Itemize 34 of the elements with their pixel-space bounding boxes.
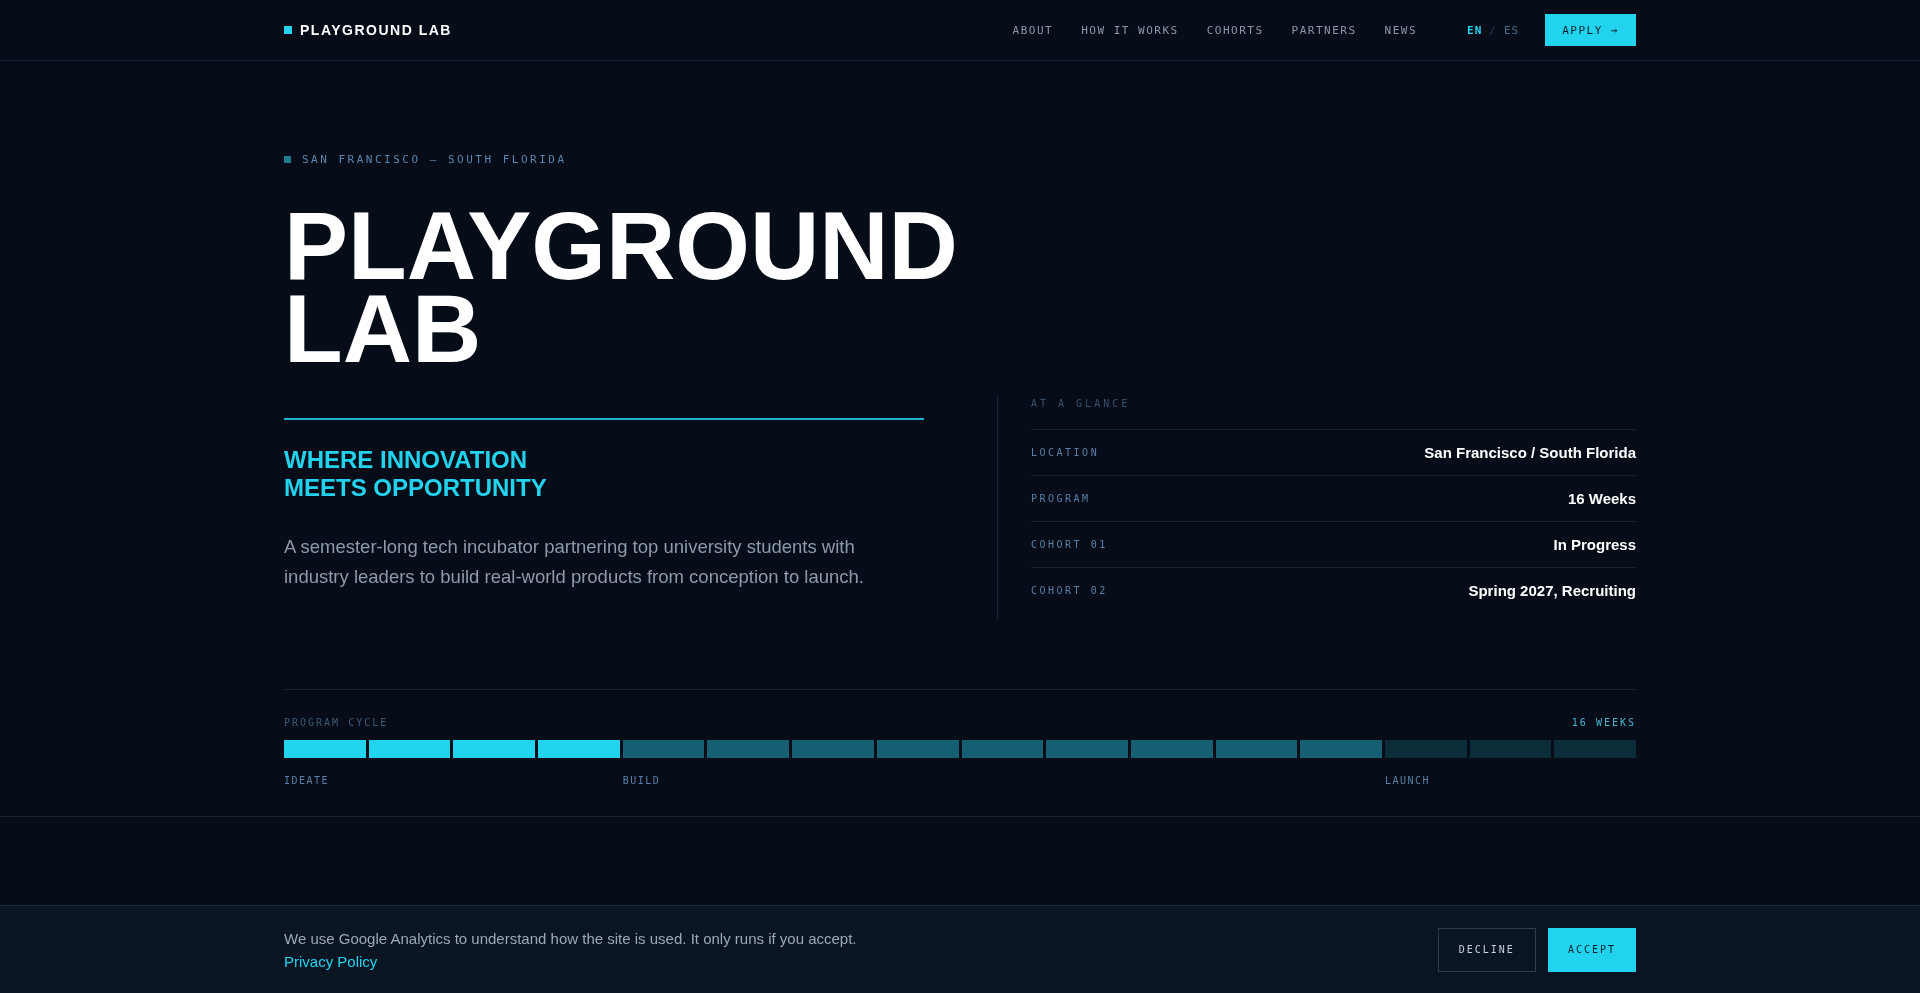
privacy-policy-link[interactable]: Privacy Policy	[284, 952, 378, 970]
nav-link[interactable]: NEWS	[1384, 23, 1417, 37]
language-option[interactable]: ES	[1503, 23, 1520, 37]
accept-button[interactable]: ACCEPT	[1547, 927, 1636, 972]
hero-title: PLAYGROUND LAB	[284, 204, 959, 370]
language-separator: /	[1489, 23, 1497, 37]
square-icon	[284, 156, 291, 163]
glance-label: COHORT 01	[1031, 539, 1108, 550]
phase-label: LAUNCH	[1384, 775, 1431, 786]
tagline: WHERE INNOVATION MEETS OPPORTUNITY	[284, 446, 548, 502]
brand-name[interactable]: PLAYGROUND LAB	[300, 22, 452, 38]
nav-link[interactable]: ABOUT	[1012, 23, 1054, 37]
glance-value: San Francisco / South Florida	[1424, 444, 1636, 461]
glance-label: PROGRAM	[1031, 493, 1091, 504]
cycle-title: PROGRAM CYCLE	[284, 717, 389, 728]
glance-label: LOCATION	[1031, 447, 1100, 458]
phase-label: BUILD	[622, 775, 661, 786]
square-icon	[284, 26, 292, 34]
glance-value: 16 Weeks	[1567, 490, 1636, 507]
cycle-duration: 16 WEEKS	[1571, 717, 1636, 728]
phase-label: IDEATE	[284, 775, 330, 786]
glance-heading: AT A GLANCE	[1031, 396, 1636, 430]
cookie-message: We use Google Analytics to understand how the site is used. It only runs if you accept. Privacy Policy	[284, 928, 858, 972]
nav-link[interactable]: PARTNERS	[1291, 23, 1357, 37]
glance-value: Spring 2027, Recruiting	[1468, 582, 1636, 599]
nav-link[interactable]: HOW IT WORKS	[1081, 23, 1179, 37]
apply-button[interactable]: APPLY →	[1545, 14, 1636, 46]
glance-label: COHORT 02	[1031, 585, 1108, 596]
glance-value: In Progress	[1553, 536, 1636, 553]
language-option[interactable]: EN	[1467, 23, 1483, 37]
location-eyebrow: SAN FRANCISCO — SOUTH FLORIDA	[302, 153, 567, 166]
nav-link[interactable]: COHORTS	[1206, 23, 1264, 37]
description: A semester-long tech incubator partnering top university students with industry leaders to build real-world products from conception to launch.	[284, 535, 865, 589]
decline-button[interactable]: DECLINE	[1437, 927, 1536, 972]
